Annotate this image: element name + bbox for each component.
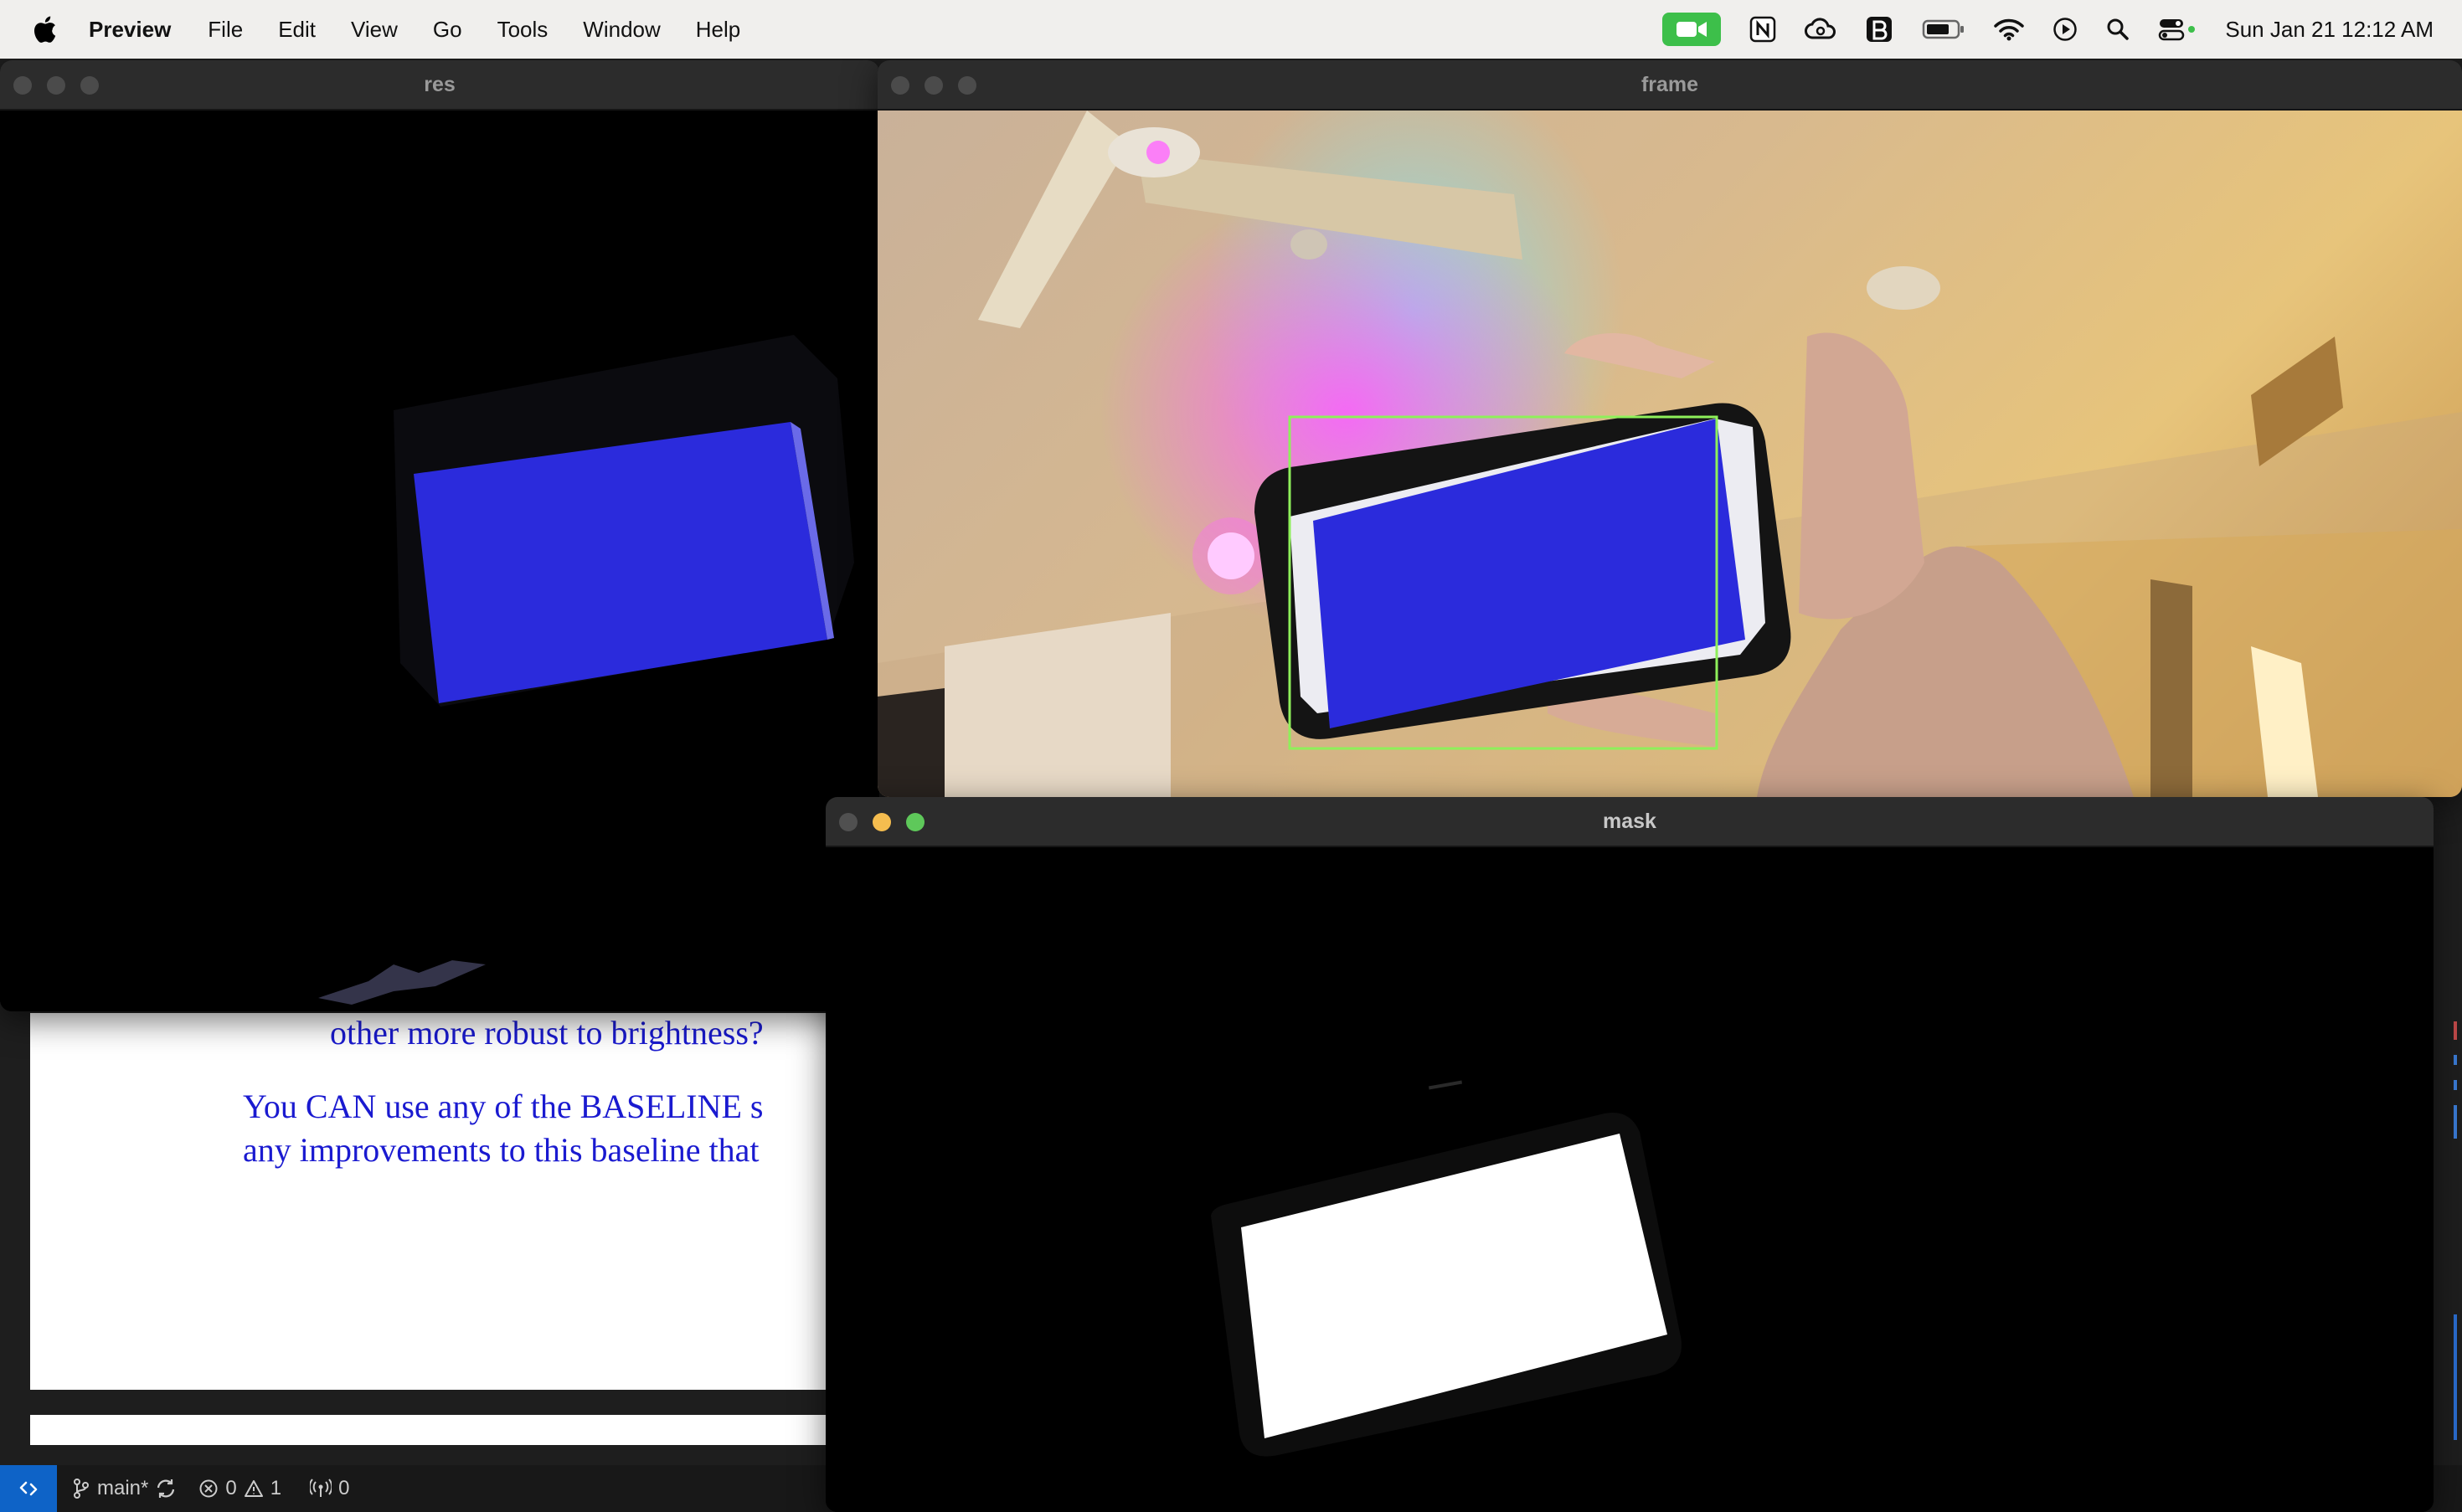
git-branch-name: main* [97,1477,149,1499]
window-mask-title: mask [1603,809,1656,833]
document-line-2: You CAN use any of the BASELINE s [243,1088,764,1125]
wifi-icon[interactable] [1994,18,2025,41]
minimize-button[interactable] [873,813,891,831]
window-mask[interactable]: mask [826,797,2434,1512]
minimize-button[interactable] [925,76,943,95]
window-frame-title: frame [1640,72,1699,96]
menu-bar-status-area: Sun Jan 21 12:12 AM [1662,0,2434,59]
menu-bar-clock[interactable]: Sun Jan 21 12:12 AM [2225,17,2434,43]
apple-menu-icon[interactable] [32,14,57,44]
ports-status[interactable]: 0 [310,1477,349,1500]
menu-go[interactable]: Go [433,17,462,43]
mask-image [826,847,2434,1512]
close-button[interactable] [13,76,32,95]
window-frame[interactable]: frame [878,60,2462,797]
editor-scrollbar-minimap[interactable] [2437,1005,2462,1465]
remote-connection-button[interactable] [0,1465,57,1512]
close-button[interactable] [839,813,858,831]
ports-count: 0 [338,1477,350,1499]
menu-edit[interactable]: Edit [278,17,316,43]
camera-frame-image [878,111,2462,797]
window-res-title: res [424,72,456,96]
battery-icon[interactable] [1922,18,1965,40]
menu-help[interactable]: Help [696,17,740,43]
git-branch-status[interactable]: main* [72,1477,177,1500]
broadcast-icon [310,1479,332,1497]
window-res-titlebar[interactable]: res [0,60,879,111]
camera-in-use-icon[interactable] [1662,13,1722,46]
control-center-icon[interactable] [2158,17,2197,42]
menu-view[interactable]: View [351,17,398,43]
app-menu-preview[interactable]: Preview [89,17,171,43]
document-line-3: any improvements to this baseline that [243,1131,760,1169]
spotlight-search-icon[interactable] [2106,18,2130,41]
warning-count: 1 [270,1477,282,1499]
menu-bar: Preview File Edit View Go Tools Window H… [0,0,2462,59]
menu-tools[interactable]: Tools [497,17,549,43]
window-mask-titlebar[interactable]: mask [826,797,2434,847]
creative-cloud-icon[interactable] [1805,18,1836,41]
zoom-button[interactable] [958,76,976,95]
zoom-button[interactable] [906,813,925,831]
window-frame-titlebar[interactable]: frame [878,60,2462,111]
warning-icon [244,1480,263,1497]
sync-icon[interactable] [155,1478,177,1499]
problems-status[interactable]: 0 1 [198,1477,281,1500]
git-branch-icon [74,1479,89,1499]
menu-file[interactable]: File [208,17,243,43]
latex-preview-document: other more robust to brightness? You CAN… [30,1013,868,1390]
document-line-1: other more robust to brightness? [330,1014,764,1052]
zoom-button[interactable] [80,76,99,95]
bartender-icon[interactable] [1865,15,1893,44]
menu-window[interactable]: Window [583,17,660,43]
error-count: 0 [225,1477,237,1499]
notion-icon[interactable] [1749,16,1776,43]
res-image [0,111,879,1011]
minimize-button[interactable] [47,76,65,95]
latex-preview-next-page [30,1415,868,1445]
window-res[interactable]: res [0,60,879,1011]
now-playing-icon[interactable] [2053,17,2078,42]
close-button[interactable] [891,76,909,95]
error-icon [199,1479,218,1498]
